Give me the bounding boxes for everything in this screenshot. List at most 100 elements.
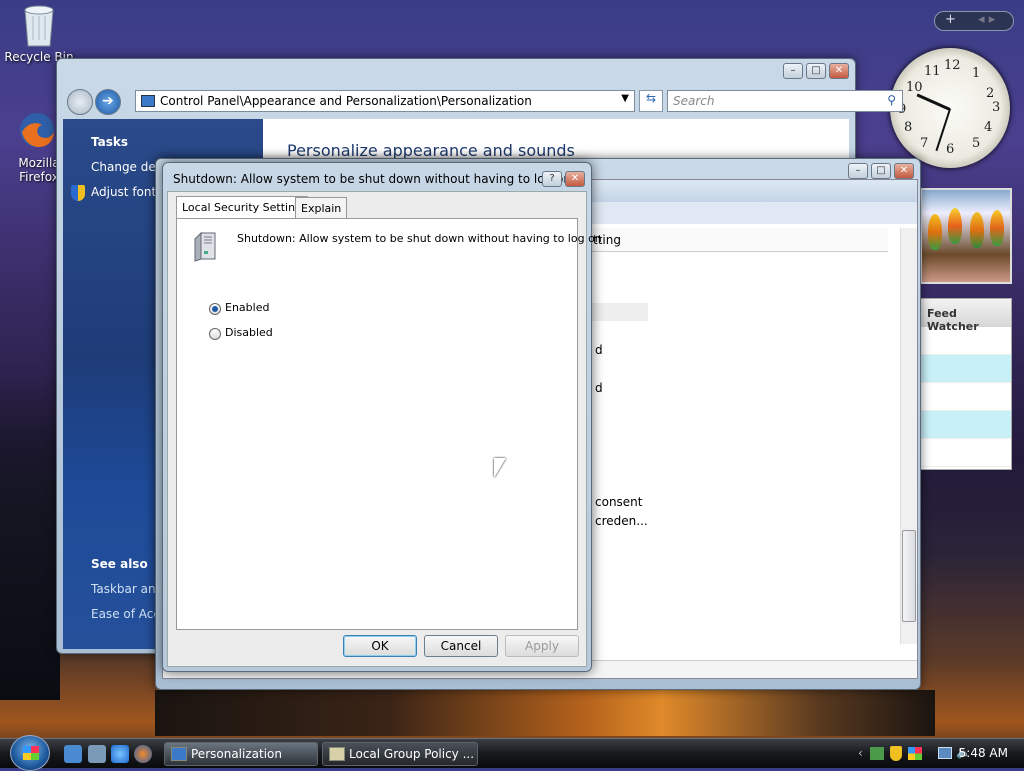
minimize-button[interactable]: – [783, 63, 803, 79]
see-also-heading: See also [91, 557, 148, 571]
feed-item[interactable] [921, 411, 1011, 439]
dialog-body: Local Security Setting Explain Shutdown:… [167, 191, 602, 667]
address-text: Control Panel\Appearance and Personaliza… [160, 94, 532, 108]
firefox-icon [17, 108, 57, 154]
search-icon[interactable]: ⚲ [887, 93, 896, 107]
vertical-scrollbar[interactable] [900, 228, 917, 644]
desktop-wallpaper-bridge [0, 370, 60, 700]
dialog-title: Shutdown: Allow system to be shut down w… [173, 172, 583, 186]
slideshow-gadget[interactable] [920, 188, 1012, 284]
windows-update-icon[interactable] [908, 747, 922, 760]
bird-image [970, 212, 984, 248]
policy-properties-dialog[interactable]: Shutdown: Allow system to be shut down w… [162, 162, 602, 672]
desktop-icon-recycle-bin[interactable]: Recycle Bin [4, 2, 74, 64]
chevron-left-icon[interactable]: ◂ [978, 12, 985, 27]
search-input[interactable]: Search ⚲ [667, 90, 903, 112]
clock-gadget[interactable]: 12 1 2 3 4 5 6 7 8 9 10 11 [890, 48, 1010, 168]
windows-logo-icon [23, 746, 39, 760]
minimize-button[interactable]: – [848, 163, 868, 179]
feed-title: Feed Watcher [921, 299, 1011, 333]
tab-explain[interactable]: Explain [295, 197, 348, 219]
clock-number: 5 [972, 136, 981, 151]
close-button[interactable]: ✕ [565, 171, 585, 187]
enabled-radio[interactable] [209, 303, 221, 315]
firefox-icon[interactable] [134, 745, 152, 763]
feed-item[interactable] [921, 383, 1011, 411]
arrow-right-icon: ➔ [102, 93, 114, 109]
scrollbar-thumb[interactable] [902, 530, 916, 622]
see-also-link-ease-of-access[interactable]: Ease of Acc [91, 607, 160, 621]
control-panel-icon [171, 747, 187, 761]
clock-hour-hand [916, 93, 951, 111]
sidebar-controls[interactable]: + ◂ ▸ [934, 11, 1014, 31]
clock-number: 4 [984, 120, 993, 135]
task-link-change-desktop-icons[interactable]: Change des [91, 160, 162, 174]
policy-icon [329, 747, 345, 761]
clock-number: 7 [920, 136, 929, 151]
chevron-right-icon[interactable]: ▸ [989, 12, 996, 27]
tasks-heading: Tasks [91, 135, 129, 149]
policy-setting-value[interactable]: creden... [595, 514, 648, 528]
taskbar-item-label: Personalization [191, 747, 282, 761]
disabled-radio[interactable] [209, 328, 221, 340]
forward-button[interactable]: ➔ [95, 89, 121, 115]
feed-watcher-gadget[interactable]: Feed Watcher [920, 298, 1012, 470]
internet-explorer-icon[interactable] [111, 745, 129, 763]
task-link-adjust-font-size[interactable]: Adjust font [91, 185, 156, 199]
network-icon[interactable] [870, 747, 884, 760]
security-shield-icon[interactable] [890, 746, 902, 761]
apply-button[interactable]: Apply [505, 635, 579, 657]
close-button[interactable]: ✕ [829, 63, 849, 79]
taskbar-clock[interactable]: 5:48 AM [959, 746, 1008, 760]
add-gadget-icon[interactable]: + [945, 12, 956, 27]
tab-panel: Shutdown: Allow system to be shut down w… [176, 218, 602, 630]
clock-number: 6 [946, 142, 955, 157]
policy-name: Shutdown: Allow system to be shut down w… [237, 232, 602, 245]
refresh-button[interactable]: ⇆ [639, 90, 663, 112]
disabled-label[interactable]: Disabled [225, 326, 273, 339]
display-icon[interactable] [938, 747, 952, 759]
switch-windows-icon[interactable] [88, 745, 106, 763]
see-also-link-taskbar[interactable]: Taskbar and [91, 582, 163, 596]
chevron-down-icon[interactable]: ▼ [621, 93, 629, 104]
taskbar-item-label: Local Group Policy ... [349, 747, 475, 761]
search-placeholder: Search [673, 94, 715, 108]
ok-button[interactable]: OK [343, 635, 417, 657]
help-button[interactable]: ? [542, 171, 562, 187]
policy-setting-value[interactable]: consent [595, 495, 643, 509]
clock-number: 1 [972, 66, 981, 81]
bird-image [928, 214, 942, 250]
feed-item[interactable] [921, 355, 1011, 383]
mouse-cursor [494, 458, 506, 478]
policy-setting-value[interactable]: d [595, 343, 603, 357]
taskbar-item-group-policy[interactable]: Local Group Policy ... [322, 742, 478, 766]
address-bar[interactable]: Control Panel\Appearance and Personaliza… [135, 90, 635, 112]
recycle-bin-icon [19, 2, 59, 48]
taskbar-item-personalization[interactable]: Personalization [164, 742, 318, 766]
start-button[interactable] [10, 735, 50, 771]
bird-image [948, 208, 962, 244]
desktop-wallpaper-city [155, 690, 935, 736]
shield-icon [71, 185, 85, 201]
maximize-button[interactable]: □ [806, 63, 826, 79]
show-desktop-icon[interactable] [64, 745, 82, 763]
cancel-button[interactable]: Cancel [424, 635, 498, 657]
clock-number: 2 [986, 86, 995, 101]
feed-item[interactable] [921, 439, 1011, 467]
back-button[interactable] [67, 89, 93, 115]
clock-number: 3 [992, 100, 1001, 115]
clock-number: 11 [924, 64, 941, 79]
tray-arrow-icon[interactable]: ‹ [858, 746, 863, 760]
system-tray: ‹ 🔈 5:48 AM [854, 739, 1024, 769]
column-header-security-setting[interactable]: tting [588, 228, 888, 252]
selected-row-highlight [588, 303, 648, 321]
close-button[interactable]: ✕ [894, 163, 914, 179]
tab-local-security-setting[interactable]: Local Security Setting [176, 196, 309, 220]
maximize-button[interactable]: □ [871, 163, 891, 179]
clock-number: 10 [906, 80, 923, 95]
clock-number: 12 [944, 58, 961, 73]
policy-setting-value[interactable]: d [595, 381, 603, 395]
taskbar: Personalization Local Group Policy ... ‹… [0, 735, 1024, 771]
server-icon [193, 231, 219, 263]
enabled-label[interactable]: Enabled [225, 301, 269, 314]
